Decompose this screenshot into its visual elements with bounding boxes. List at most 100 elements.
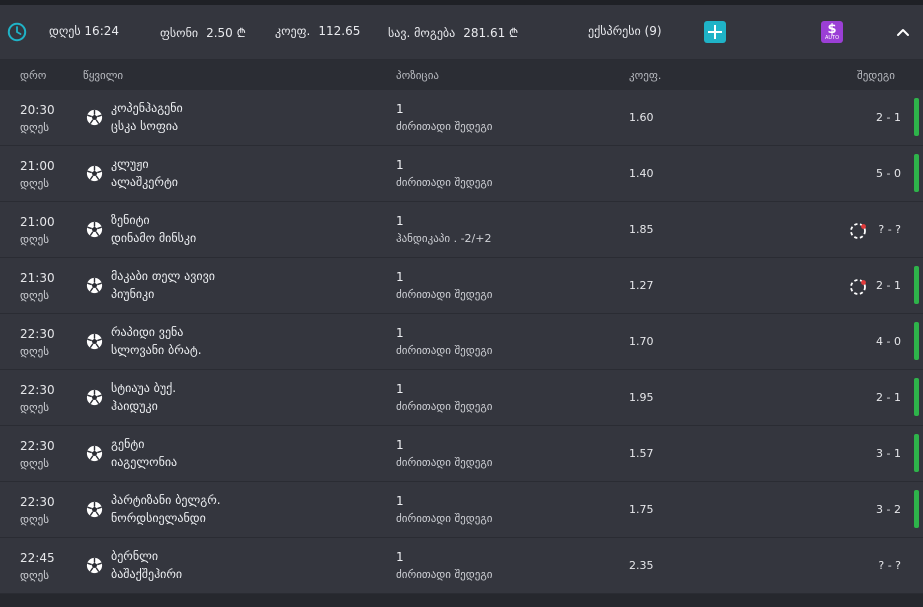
match-day: დღეს (20, 177, 49, 190)
soccer-ball-icon (86, 445, 103, 462)
away-team: დინამო მინსკი (111, 231, 197, 245)
add-button[interactable] (704, 21, 726, 43)
away-team: ბაშაქშეჰირი (111, 567, 183, 581)
bet-pick: 1 (396, 550, 404, 564)
away-team: ნორდსიელანდი (111, 511, 206, 525)
win-status-bar (914, 378, 919, 416)
match-day: დღეს (20, 289, 49, 302)
bottom-strip (0, 594, 923, 607)
win-status-bar (914, 322, 919, 360)
home-team: ბერნლი (111, 549, 159, 563)
stake-value: 2.50 ₾ (206, 26, 246, 40)
bet-rows: 20:30 დღეს კოპენჰაგენი ცსკა სოფია 1 ძირითადი … (0, 90, 923, 594)
column-result: შედეგი (857, 69, 895, 82)
match-time: 22:45 (20, 551, 55, 565)
soccer-ball-icon (86, 333, 103, 350)
soccer-ball-icon (86, 557, 103, 574)
win-status-bar (914, 266, 919, 304)
bet-market: ძირითადი შედეგი (396, 400, 493, 413)
total-odds-value: 112.65 (318, 24, 361, 38)
betslip-header: დღეს 16:24 ფსონი 2.50 ₾ კოეფ. 112.65 სავ. … (0, 5, 923, 60)
table-row[interactable]: 22:30 დღეს რაპიდი ვენა სლოვანი ბრატ. 1 ძირითა… (0, 314, 923, 370)
possible-win-value: 281.61 ₾ (463, 26, 519, 40)
home-team: სტიაუა ბუქ. (111, 381, 177, 395)
bet-pick: 1 (396, 326, 404, 340)
table-row[interactable]: 21:00 დღეს ზენიტი დინამო მინსკი 1 ჰანდიკაპი .… (0, 202, 923, 258)
match-day: დღეს (20, 345, 49, 358)
auto-cashout-button[interactable]: $ AUTO (821, 21, 843, 43)
match-score: 2 - 1 (876, 111, 901, 124)
express-count: ექსპრესი (9) (588, 24, 662, 38)
home-team: რაპიდი ვენა (111, 325, 184, 339)
odds-info: კოეფ. 112.65 (275, 24, 360, 38)
auto-dollar-icon: $ (827, 22, 837, 37)
bet-odds: 2.35 (629, 559, 654, 572)
bet-pick: 1 (396, 270, 404, 284)
win-status-bar (914, 490, 919, 528)
today-time: დღეს 16:24 (49, 24, 120, 38)
table-row[interactable]: 21:30 დღეს მაკაბი თელ ავივი პიუნიკი 1 ძირითად… (0, 258, 923, 314)
bet-odds: 1.95 (629, 391, 654, 404)
bet-market: ძირითადი შედეგი (396, 512, 493, 525)
chevron-up-icon[interactable] (896, 27, 910, 37)
auto-label: AUTO (824, 35, 840, 41)
soccer-ball-icon (86, 277, 103, 294)
soccer-ball-icon (86, 165, 103, 182)
bet-market: ძირითადი შედეგი (396, 288, 493, 301)
table-row[interactable]: 21:00 დღეს კლუჟი ალაშკერტი 1 ძირითადი შედეგი 1… (0, 146, 923, 202)
bet-odds: 1.40 (629, 167, 654, 180)
bet-market: ძირითადი შედეგი (396, 568, 493, 581)
match-time: 22:30 (20, 439, 55, 453)
match-score: ? - ? (878, 559, 901, 572)
soccer-ball-icon (86, 221, 103, 238)
possible-win-label: სავ. მოგება (388, 26, 456, 40)
match-score: ? - ? (878, 223, 901, 236)
table-row[interactable]: 22:45 დღეს ბერნლი ბაშაქშეჰირი 1 ძირითადი შედე… (0, 538, 923, 594)
bet-odds: 1.60 (629, 111, 654, 124)
home-team: კლუჟი (111, 157, 149, 171)
bet-odds: 1.85 (629, 223, 654, 236)
match-day: დღეს (20, 401, 49, 414)
away-team: ალაშკერტი (111, 175, 179, 189)
match-score: 5 - 0 (876, 167, 901, 180)
table-row[interactable]: 20:30 დღეს კოპენჰაგენი ცსკა სოფია 1 ძირითადი … (0, 90, 923, 146)
bet-market: ძირითადი შედეგი (396, 344, 493, 357)
table-row[interactable]: 22:30 დღეს პარტიზანი ბელგრ. ნორდსიელანდი 1 ძი… (0, 482, 923, 538)
bet-market: ჰანდიკაპი . -2/+2 (396, 232, 492, 245)
match-day: დღეს (20, 121, 49, 134)
stake-label: ფსონი (160, 26, 199, 40)
table-row[interactable]: 22:30 დღეს სტიაუა ბუქ. ჰაიდუკი 1 ძირითადი შედ… (0, 370, 923, 426)
win-status-bar (914, 434, 919, 472)
match-day: დღეს (20, 513, 49, 526)
bet-odds: 1.57 (629, 447, 654, 460)
bet-pick: 1 (396, 214, 404, 228)
bet-market: ძირითადი შედეგი (396, 456, 493, 469)
clock-icon (7, 22, 27, 42)
bet-market: ძირითადი შედეგი (396, 176, 493, 189)
match-time: 20:30 (20, 103, 55, 117)
live-pending-icon (849, 278, 867, 296)
column-time: დრო (20, 69, 47, 82)
soccer-ball-icon (86, 501, 103, 518)
column-headers: დრო წყვილი პოზიცია კოეფ. შედეგი (0, 60, 923, 90)
home-team: პარტიზანი ბელგრ. (111, 493, 221, 507)
match-score: 4 - 0 (876, 335, 901, 348)
match-day: დღეს (20, 569, 49, 582)
away-team: ცსკა სოფია (111, 119, 179, 133)
win-status-bar (914, 154, 919, 192)
odds-label: კოეფ. (275, 24, 311, 38)
column-position: პოზიცია (396, 69, 439, 82)
live-pending-icon (849, 222, 867, 240)
match-score: 2 - 1 (876, 391, 901, 404)
home-team: მაკაბი თელ ავივი (111, 269, 215, 283)
away-team: იაგელონია (111, 455, 178, 469)
match-score: 3 - 1 (876, 447, 901, 460)
match-time: 22:30 (20, 383, 55, 397)
bet-odds: 1.70 (629, 335, 654, 348)
possible-win-info: სავ. მოგება 281.61 ₾ (388, 24, 518, 41)
table-row[interactable]: 22:30 დღეს გენტი იაგელონია 1 ძირითადი შედეგი 1… (0, 426, 923, 482)
bet-pick: 1 (396, 438, 404, 452)
column-event: წყვილი (83, 69, 124, 82)
bet-odds: 1.27 (629, 279, 654, 292)
bet-pick: 1 (396, 382, 404, 396)
